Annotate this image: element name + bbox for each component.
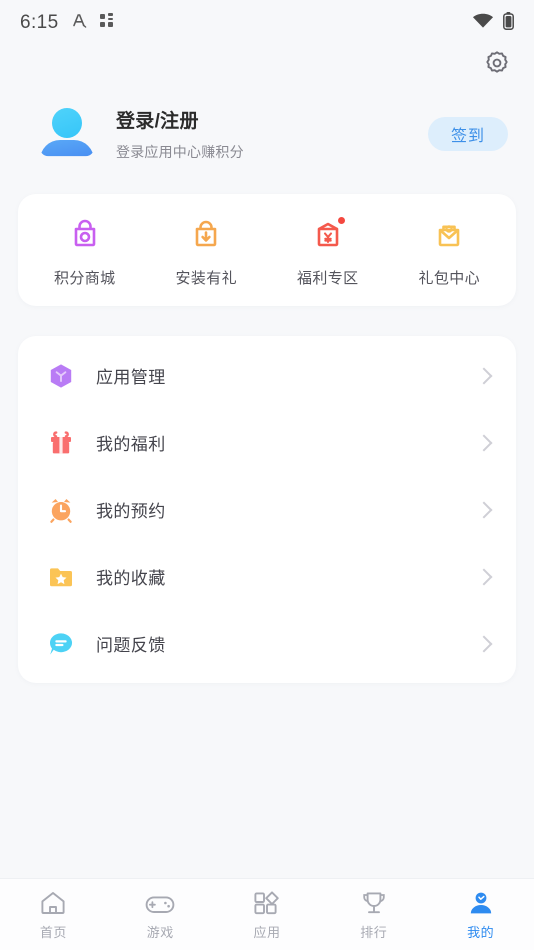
- tab-ranking[interactable]: 排行: [320, 889, 427, 941]
- avatar-body: [40, 140, 94, 157]
- battery-icon: [503, 11, 514, 35]
- settings-button[interactable]: [482, 50, 512, 80]
- menu-item-my-reservation[interactable]: 我的预约: [18, 476, 516, 543]
- status-bar-left: 6:15: [20, 12, 115, 34]
- profile-text: 登录/注册 登录应用中心赚积分: [116, 106, 244, 162]
- folder-star-icon: [46, 562, 76, 592]
- tab-label: 游戏: [146, 924, 174, 940]
- download-bag-icon: [187, 216, 225, 254]
- profile-subtitle: 登录应用中心赚积分: [116, 144, 244, 160]
- page-title: 登录/注册: [116, 111, 199, 132]
- person-icon: [468, 889, 494, 915]
- notification-dot: [337, 217, 345, 224]
- menu-item-label: 我的收藏: [96, 569, 166, 588]
- home-icon: [40, 889, 66, 915]
- chevron-right-icon: [475, 501, 493, 518]
- tab-home[interactable]: 首页: [0, 889, 107, 941]
- tab-label: 我的: [467, 924, 495, 940]
- sign-in-button[interactable]: 签到: [428, 117, 508, 151]
- status-bar-right: [472, 11, 514, 35]
- menu-item-app-management[interactable]: 应用管理: [18, 342, 516, 409]
- gift-envelope-icon: [430, 216, 468, 254]
- profile-section[interactable]: 登录/注册 登录应用中心赚积分 签到: [0, 88, 534, 176]
- quick-action-label: 福利专区: [296, 270, 359, 287]
- chevron-right-icon: [475, 434, 493, 451]
- quick-actions-card: 积分商城 安装有礼 福利专区 礼包中心: [18, 194, 516, 306]
- wifi-icon: [472, 13, 494, 34]
- red-envelope-yuan-icon: [309, 216, 347, 254]
- chevron-right-icon: [475, 568, 493, 585]
- status-time: 6:15: [20, 12, 59, 33]
- tab-label: 排行: [360, 924, 388, 940]
- status-bar: 6:15: [0, 0, 534, 46]
- gear-icon: [484, 50, 510, 81]
- menu-item-my-favorites[interactable]: 我的收藏: [18, 543, 516, 610]
- tab-mine[interactable]: 我的: [427, 889, 534, 941]
- tab-games[interactable]: 游戏: [107, 889, 214, 941]
- tab-apps[interactable]: 应用: [214, 889, 321, 941]
- tab-label: 应用: [253, 924, 281, 940]
- shopping-bag-icon: [66, 216, 104, 254]
- menu-item-label: 应用管理: [96, 368, 166, 387]
- avatar-head: [52, 108, 82, 138]
- a-pencil-icon: [71, 12, 88, 34]
- app-grid-status-icon: [99, 13, 115, 33]
- app-grid-icon: [254, 889, 280, 915]
- app-cube-icon: [46, 361, 76, 391]
- quick-action-label: 礼包中心: [418, 270, 481, 287]
- header-bar: [0, 46, 534, 88]
- alarm-clock-icon: [46, 495, 76, 525]
- menu-item-label: 我的福利: [96, 435, 166, 454]
- menu-card: 应用管理 我的福利 我的预约 我的收藏 问题反馈: [18, 336, 516, 683]
- quick-action-label: 安装有礼: [175, 270, 238, 287]
- chevron-right-icon: [475, 635, 493, 652]
- menu-item-feedback[interactable]: 问题反馈: [18, 610, 516, 677]
- quick-action-gift-center[interactable]: 礼包中心: [389, 216, 511, 288]
- chat-bubble-icon: [46, 629, 76, 659]
- avatar[interactable]: [40, 107, 94, 161]
- app-screen: 6:15 登录/注册 登录应用中心赚积分 签到 积分商城 安装有礼 福利专区 礼…: [0, 0, 534, 950]
- menu-item-label: 我的预约: [96, 502, 166, 521]
- trophy-icon: [361, 889, 387, 915]
- quick-action-label: 积分商城: [53, 270, 116, 287]
- quick-action-welfare-zone[interactable]: 福利专区: [267, 216, 389, 288]
- menu-item-my-welfare[interactable]: 我的福利: [18, 409, 516, 476]
- quick-action-install-gift[interactable]: 安装有礼: [146, 216, 268, 288]
- quick-action-points-mall[interactable]: 积分商城: [24, 216, 146, 288]
- menu-item-label: 问题反馈: [96, 636, 166, 655]
- tab-label: 首页: [39, 924, 67, 940]
- bottom-navigation: 首页 游戏 应用 排行 我的: [0, 878, 534, 950]
- chevron-right-icon: [475, 367, 493, 384]
- gift-box-icon: [46, 428, 76, 458]
- gamepad-icon: [145, 889, 175, 915]
